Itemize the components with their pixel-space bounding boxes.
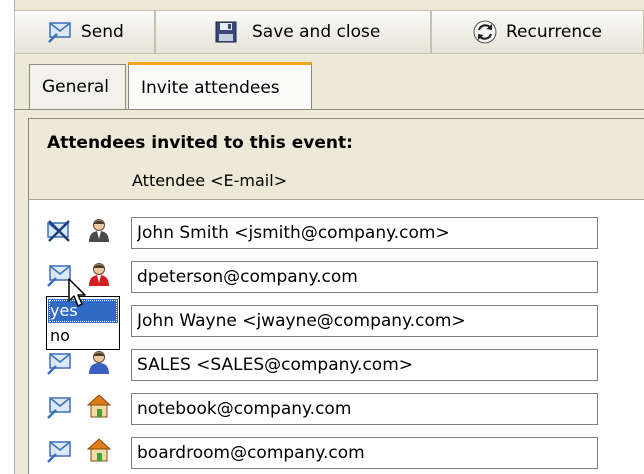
attendee-row bbox=[29, 305, 644, 337]
recurrence-label: Recurrence bbox=[506, 22, 602, 42]
attendee-email-field[interactable] bbox=[131, 217, 598, 249]
attendee-row bbox=[29, 393, 644, 425]
attendee-email-field[interactable] bbox=[131, 437, 598, 469]
attendees-panel: Attendees invited to this event: Attende… bbox=[28, 118, 644, 474]
envelope-icon[interactable] bbox=[46, 394, 72, 420]
floppy-disk-icon bbox=[215, 21, 237, 43]
resource-icon bbox=[87, 438, 111, 462]
save-and-close-label: Save and close bbox=[252, 22, 381, 42]
attendee-email-field[interactable] bbox=[131, 393, 598, 425]
attendee-email-field[interactable] bbox=[131, 261, 598, 293]
dropdown-option-no[interactable]: no bbox=[48, 324, 118, 348]
attendee-row bbox=[29, 217, 644, 249]
mouse-cursor-icon bbox=[68, 278, 86, 307]
recurrence-icon bbox=[473, 20, 497, 44]
panel-header: Attendees invited to this event: Attende… bbox=[29, 119, 644, 200]
envelope-send-icon bbox=[48, 22, 71, 43]
save-and-close-button[interactable]: Save and close bbox=[155, 10, 431, 54]
envelope-icon[interactable] bbox=[46, 438, 72, 464]
tab-divider bbox=[14, 109, 644, 110]
user-red-icon bbox=[89, 263, 109, 286]
resource-icon bbox=[87, 394, 111, 418]
attendee-row bbox=[29, 349, 644, 381]
envelope-crossed-icon[interactable] bbox=[46, 218, 72, 244]
recurrence-button[interactable]: Recurrence bbox=[431, 10, 644, 54]
tab-general-label: General bbox=[42, 77, 109, 97]
panel-title: Attendees invited to this event: bbox=[47, 133, 353, 153]
envelope-icon[interactable] bbox=[46, 350, 72, 376]
send-button[interactable]: Send bbox=[14, 10, 155, 54]
tab-general[interactable]: General bbox=[29, 64, 126, 109]
tab-invite-attendees[interactable]: Invite attendees bbox=[128, 62, 312, 110]
user-icon bbox=[89, 219, 109, 242]
attendee-row bbox=[29, 437, 644, 469]
attendee-email-field[interactable] bbox=[131, 305, 598, 337]
attendee-email-field[interactable] bbox=[131, 349, 598, 381]
column-header: Attendee <E-mail> bbox=[132, 171, 288, 190]
toolbar: Send Save and close Recurrence bbox=[14, 10, 644, 56]
send-label: Send bbox=[81, 22, 124, 42]
attendee-row bbox=[29, 261, 644, 293]
tab-invite-attendees-label: Invite attendees bbox=[141, 77, 280, 98]
group-icon bbox=[89, 351, 109, 374]
